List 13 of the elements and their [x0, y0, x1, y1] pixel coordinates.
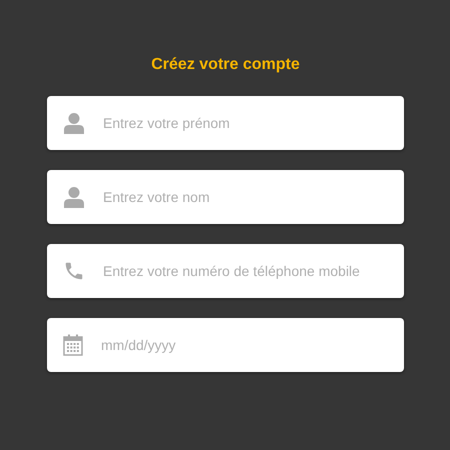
- text-input[interactable]: Entrez votre prénom: [103, 115, 404, 131]
- person-icon: [63, 186, 85, 208]
- input-field[interactable]: mm/dd/yyyy: [47, 318, 404, 372]
- text-input[interactable]: Entrez votre nom: [103, 189, 404, 205]
- input-field[interactable]: Entrez votre prénom: [47, 96, 404, 150]
- calendar-icon: [63, 334, 83, 356]
- input-field[interactable]: Entrez votre nom: [47, 170, 404, 224]
- person-icon: [63, 112, 85, 134]
- text-input[interactable]: mm/dd/yyyy: [101, 337, 404, 353]
- text-input[interactable]: Entrez votre numéro de téléphone mobile: [103, 263, 404, 279]
- input-field[interactable]: Entrez votre numéro de téléphone mobile: [47, 244, 404, 298]
- phone-icon: [63, 260, 85, 282]
- form-title: Créez votre compte: [151, 56, 300, 74]
